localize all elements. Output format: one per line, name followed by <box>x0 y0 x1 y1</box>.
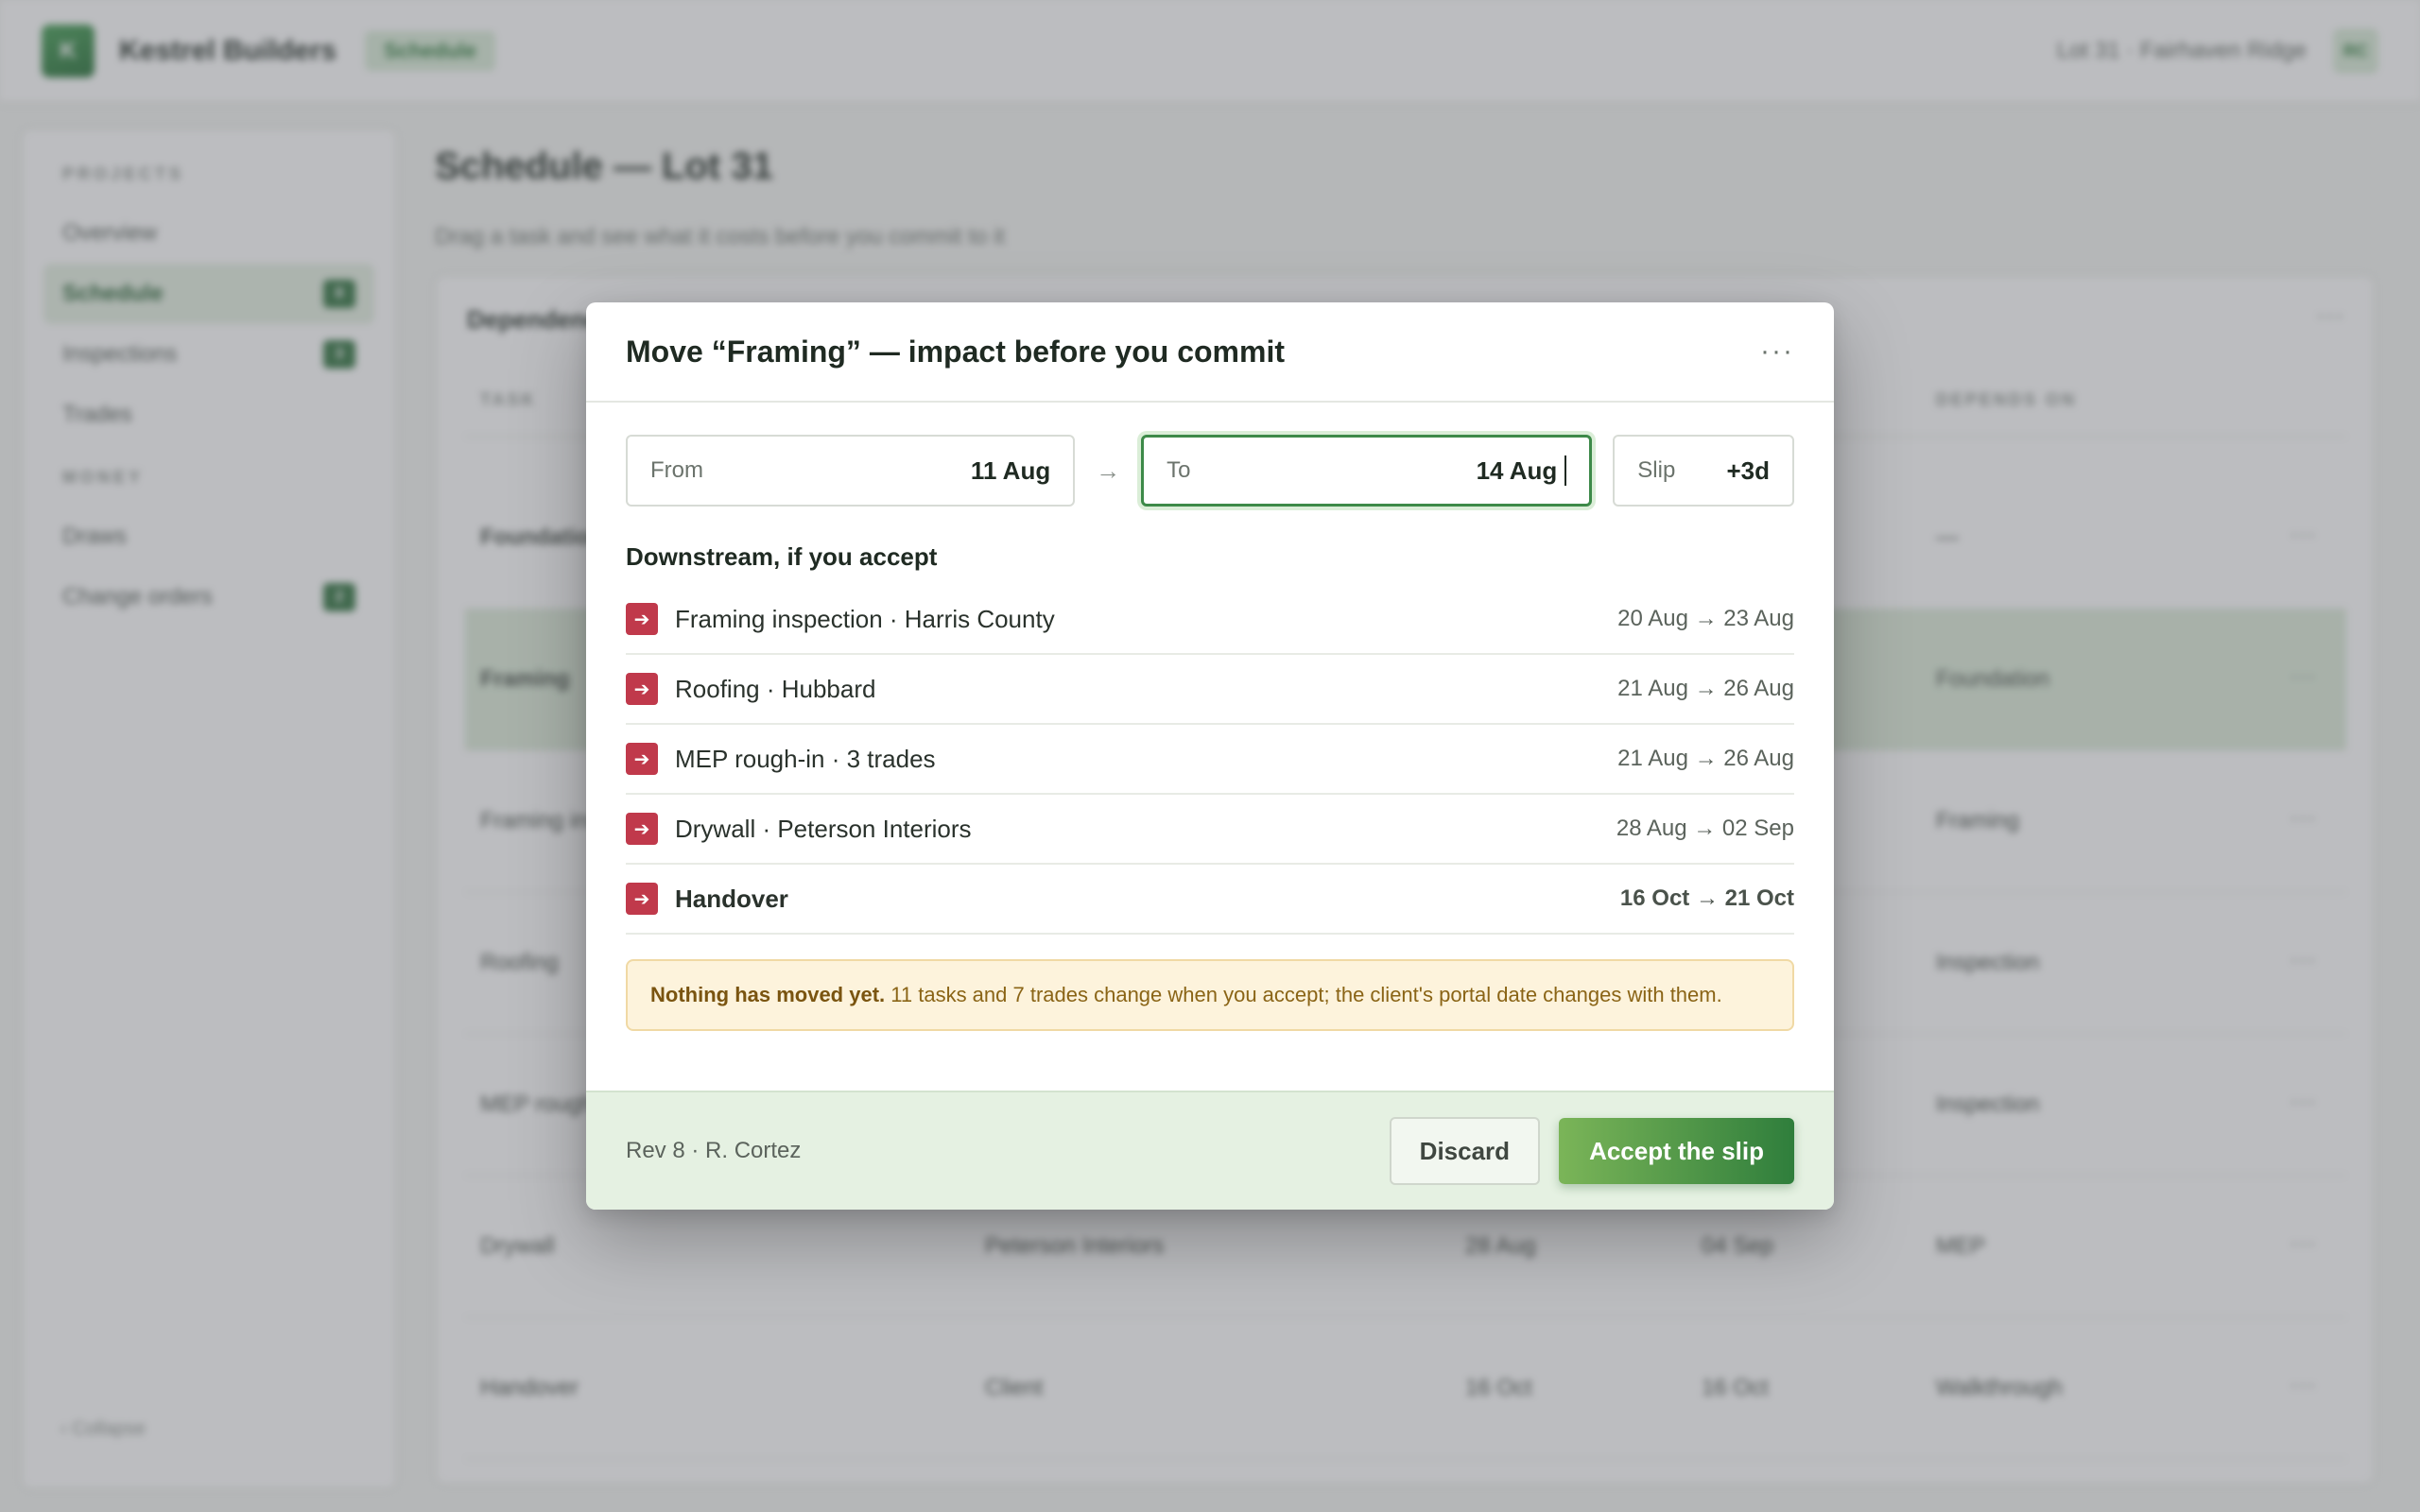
notice-strong: Nothing has moved yet. <box>650 983 886 1006</box>
downstream-task: Drywall · Peterson Interiors <box>675 814 972 843</box>
downstream-task: Roofing · Hubbard <box>675 674 876 703</box>
downstream-dates: 21 Aug → 26 Aug <box>1617 676 1794 701</box>
list-item: ➔ MEP rough-in · 3 trades 21 Aug → 26 Au… <box>626 725 1794 795</box>
downstream-dates: 20 Aug → 23 Aug <box>1617 606 1794 631</box>
text-caret <box>1564 455 1567 486</box>
arrow-right-icon: ➔ <box>626 743 658 775</box>
move-task-dialog: Move “Framing” — impact before you commi… <box>586 302 1834 1210</box>
downstream-dates: 16 Oct → 21 Oct <box>1619 885 1794 911</box>
downstream-heading: Downstream, if you accept <box>626 542 938 571</box>
slip-label: Slip <box>1637 457 1676 483</box>
list-item: ➔ Framing inspection · Harris County 20 … <box>626 585 1794 655</box>
list-item: ➔ Handover 16 Oct → 21 Oct <box>626 865 1794 935</box>
notice-text: 11 tasks and 7 trades change when you ac… <box>885 983 1722 1006</box>
downstream-task: Handover <box>675 884 788 913</box>
from-date-field[interactable]: From 11 Aug <box>626 435 1076 507</box>
from-label: From <box>650 457 703 483</box>
slip-field: Slip +3d <box>1613 435 1794 507</box>
accept-slip-button[interactable]: Accept the slip <box>1559 1118 1794 1184</box>
more-icon[interactable]: ··· <box>1760 335 1794 368</box>
downstream-task: Framing inspection · Harris County <box>675 604 1055 633</box>
to-date-input[interactable]: To 14 Aug <box>1141 435 1593 507</box>
arrow-right-icon: ➔ <box>626 603 658 635</box>
slip-value: +3d <box>1726 455 1770 485</box>
downstream-list: ➔ Framing inspection · Harris County 20 … <box>626 585 1794 935</box>
downstream-task: MEP rough-in · 3 trades <box>675 744 936 773</box>
dialog-body: From 11 Aug → To 14 Aug Slip +3d Downstr… <box>586 403 1834 1031</box>
to-label: To <box>1167 457 1191 483</box>
to-value: 14 Aug <box>1476 455 1558 485</box>
revision-info: Rev 8 · R. Cortez <box>626 1138 802 1163</box>
dialog-header: Move “Framing” — impact before you commi… <box>586 302 1834 403</box>
arrow-right-icon: → <box>1096 455 1121 485</box>
arrow-right-icon: ➔ <box>626 673 658 705</box>
arrow-right-icon: ➔ <box>626 813 658 845</box>
dialog-title: Move “Framing” — impact before you commi… <box>626 334 1285 369</box>
downstream-dates: 21 Aug → 26 Aug <box>1617 746 1794 771</box>
warning-notice: Nothing has moved yet. 11 tasks and 7 tr… <box>626 959 1794 1031</box>
from-value: 11 Aug <box>970 455 1051 485</box>
list-item: ➔ Roofing · Hubbard 21 Aug → 26 Aug <box>626 655 1794 725</box>
list-item: ➔ Drywall · Peterson Interiors 28 Aug → … <box>626 795 1794 865</box>
discard-button[interactable]: Discard <box>1389 1117 1541 1185</box>
dialog-footer: Rev 8 · R. Cortez Discard Accept the sli… <box>586 1091 1834 1210</box>
downstream-dates: 28 Aug → 02 Sep <box>1616 816 1794 841</box>
date-range-row: From 11 Aug → To 14 Aug Slip +3d <box>626 435 1794 507</box>
arrow-right-icon: ➔ <box>626 883 658 915</box>
